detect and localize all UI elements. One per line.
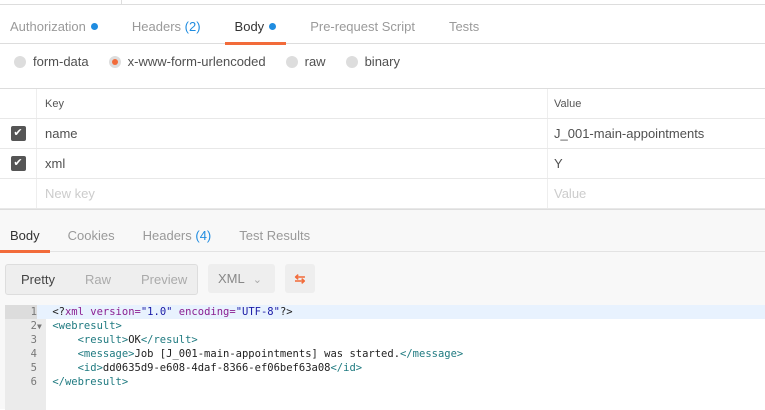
table-row: ✔ xml Y [0, 149, 765, 179]
response-tab-headers[interactable]: Headers (4) [133, 210, 222, 252]
code-line: 6 </webresult> [30, 376, 129, 388]
table-header: Key Value [0, 89, 765, 119]
tab-label: Pre-request Script [310, 19, 415, 34]
radio-label: binary [364, 54, 400, 69]
tab-body[interactable]: Body [224, 10, 287, 45]
request-tabs: Authorization Headers (2) Body Pre-reque… [0, 10, 765, 45]
headers-count: (2) [184, 19, 201, 34]
new-value-input[interactable]: Value [548, 179, 765, 208]
radio-selected-icon [108, 55, 121, 68]
tab-label: Headers [131, 19, 182, 34]
chevron-down-icon: ⌄ [252, 274, 262, 286]
wrap-lines-button[interactable]: ⇆ [285, 264, 315, 293]
value-input[interactable]: Y [548, 149, 765, 178]
radio-label: raw [304, 54, 326, 69]
response-tab-cookies[interactable]: Cookies [58, 210, 125, 252]
tab-label: Authorization [10, 19, 86, 34]
response-tab-body[interactable]: Body [0, 210, 50, 253]
code-line: 2▼ <webresult> [30, 320, 122, 332]
body-mode-radios: form-data x-www-form-urlencoded raw bina… [14, 54, 420, 69]
table-row-new: New key Value [0, 179, 765, 209]
radio-form-data[interactable]: form-data [14, 54, 89, 69]
tab-authorization[interactable]: Authorization [0, 10, 108, 43]
wrap-icon: ⇆ [294, 271, 306, 286]
tab-headers[interactable]: Headers (2) [122, 10, 211, 43]
table-row: ✔ name J_001-main-appointments [0, 119, 765, 149]
radio-binary[interactable]: binary [345, 54, 400, 69]
tab-label: Tests [448, 19, 480, 34]
url-bar-edge [0, 0, 765, 5]
code-line: 3 <result>OK</result> [30, 334, 198, 346]
code-line: 5 <id>dd0635d9-e608-4daf-8366-ef06bef63a… [30, 362, 363, 374]
modified-dot-icon [269, 23, 277, 30]
modified-dot-icon [90, 23, 98, 30]
column-header-key: Key [37, 89, 548, 118]
value-input[interactable]: J_001-main-appointments [548, 119, 765, 148]
radio-label: x-www-form-urlencoded [127, 54, 266, 69]
tab-tests[interactable]: Tests [439, 10, 489, 43]
response-code-editor[interactable]: 1 <?xml version="1.0" encoding="UTF-8"?>… [5, 305, 765, 410]
response-tabs: Body Cookies Headers (4) Test Results [0, 210, 765, 253]
preview-button[interactable]: Preview [126, 265, 202, 294]
key-input[interactable]: xml [37, 149, 548, 178]
radio-raw[interactable]: raw [285, 54, 326, 69]
format-select[interactable]: XML ⌄ [208, 264, 275, 293]
params-table: Key Value ✔ name J_001-main-appointments… [0, 88, 765, 209]
code-line: 1 <?xml version="1.0" encoding="UTF-8"?> [5, 305, 765, 319]
view-mode-group: Pretty Raw Preview [5, 264, 198, 295]
tab-label: Body [234, 19, 265, 34]
tab-label: Headers [142, 228, 192, 243]
checkbox-checked-icon[interactable]: ✔ [10, 126, 26, 141]
response-panel: Body Cookies Headers (4) Test Results Pr… [0, 209, 765, 410]
key-input[interactable]: name [37, 119, 548, 148]
format-value: XML [218, 271, 245, 286]
response-tab-test-results[interactable]: Test Results [229, 210, 320, 252]
fold-arrow-icon: ▼ [37, 322, 42, 331]
column-header-value: Value [554, 97, 582, 110]
raw-button[interactable]: Raw [70, 265, 126, 294]
headers-count: (4) [195, 228, 212, 243]
checkbox-checked-icon[interactable]: ✔ [10, 156, 26, 171]
radio-label: form-data [33, 54, 89, 69]
code-line: 4 <message>Job [J_001-main-appointments]… [30, 348, 464, 360]
radio-urlencoded[interactable]: x-www-form-urlencoded [108, 54, 266, 69]
radio-icon [14, 55, 26, 68]
pretty-button[interactable]: Pretty [6, 265, 70, 294]
tab-pre-request-script[interactable]: Pre-request Script [300, 10, 425, 43]
radio-icon [345, 55, 358, 68]
radio-icon [285, 55, 298, 68]
new-key-input[interactable]: New key [37, 179, 548, 208]
